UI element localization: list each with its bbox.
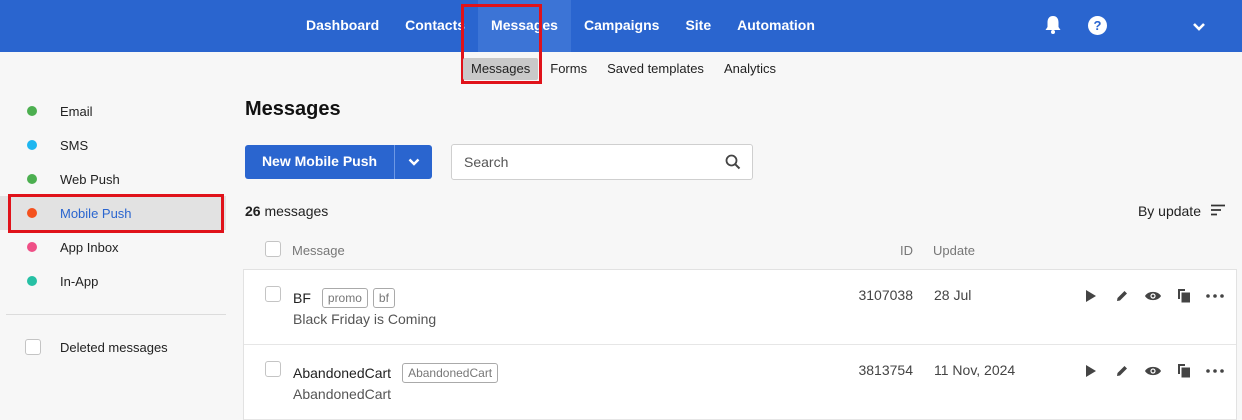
sidebar-item-app-inbox[interactable]: App Inbox [0,230,226,264]
column-update: Update [933,243,975,258]
message-name: BF promo bf [293,288,400,308]
preview-icon[interactable] [1137,290,1168,302]
sort-icon [1211,203,1225,219]
nav-campaigns[interactable]: Campaigns [571,0,672,52]
message-title[interactable]: BF [293,290,311,306]
row-checkbox[interactable] [265,361,281,377]
table-row[interactable]: BF promo bf Black Friday is Coming 31070… [244,270,1236,345]
channel-dot [27,242,37,252]
message-tag: promo [321,288,368,308]
message-update-date: 28 Jul [934,287,972,303]
table-row[interactable]: AbandonedCart AbandonedCart AbandonedCar… [244,345,1236,420]
sidebar-item-label: Email [60,103,93,119]
main-nav: Dashboard Contacts Messages Campaigns Si… [293,0,828,52]
channel-dot [27,106,37,116]
nav-messages[interactable]: Messages [478,0,571,52]
row-actions [1075,363,1230,378]
nav-site[interactable]: Site [672,0,724,52]
message-name: AbandonedCart AbandonedCart [293,363,503,383]
copy-icon[interactable] [1168,363,1199,378]
preview-icon[interactable] [1137,365,1168,377]
bell-icon[interactable] [1044,15,1062,67]
page-title: Messages [245,98,341,120]
column-id: ID [900,243,913,258]
subnav-messages[interactable]: Messages [463,58,539,80]
message-id: 3813754 [858,362,913,378]
chevron-down-icon [408,153,420,171]
message-id: 3107038 [858,287,913,303]
sidebar-item-label: Web Push [60,171,120,187]
sidebar-item-label: Mobile Push [60,205,132,221]
chevron-down-icon[interactable] [1192,19,1206,71]
message-tag: AbandonedCart [402,363,499,383]
play-icon[interactable] [1075,364,1106,377]
search-icon[interactable] [725,154,741,175]
sidebar-item-sms[interactable]: SMS [0,128,226,162]
deleted-messages-checkbox[interactable] [25,339,41,355]
deleted-messages-label: Deleted messages [60,339,168,355]
nav-contacts[interactable]: Contacts [392,0,478,52]
sidebar-item-label: App Inbox [60,239,119,255]
channel-dot [27,174,37,184]
edit-icon[interactable] [1106,364,1137,378]
sub-navigation: Messages Forms Saved templates Analytics [463,58,788,80]
subnav-saved-templates[interactable]: Saved templates [599,58,712,80]
message-subtitle: Black Friday is Coming [293,311,437,327]
search-input[interactable] [464,154,714,170]
channel-dot [27,276,37,286]
new-mobile-push-button[interactable]: New Mobile Push [245,145,394,179]
channel-dot [27,208,37,218]
new-mobile-push-button-group: New Mobile Push [245,145,432,179]
message-subtitle: AbandonedCart [293,386,392,402]
message-list: BF promo bf Black Friday is Coming 31070… [243,269,1237,420]
subnav-analytics[interactable]: Analytics [716,58,784,80]
message-count: 26 messages [245,203,328,219]
nav-automation[interactable]: Automation [724,0,828,52]
message-count-label: messages [264,203,329,219]
message-tag: bf [372,288,395,308]
sidebar-item-email[interactable]: Email [0,94,226,128]
message-update-date: 11 Nov, 2024 [934,362,1016,378]
sidebar-item-mobile-push[interactable]: Mobile Push [0,196,226,230]
row-checkbox[interactable] [265,286,281,302]
sort-label: By update [1137,203,1201,219]
channel-dot [27,140,37,150]
search-box [451,144,753,180]
edit-icon[interactable] [1106,289,1137,303]
new-message-dropdown-button[interactable] [395,145,432,179]
top-navigation-bar: Dashboard Contacts Messages Campaigns Si… [0,0,1242,52]
sidebar-divider [6,314,226,315]
message-count-number: 26 [245,203,261,219]
sidebar-item-web-push[interactable]: Web Push [0,162,226,196]
sort-control[interactable]: By update [1138,203,1225,219]
sidebar-item-label: In-App [60,273,99,289]
copy-icon[interactable] [1168,288,1199,303]
more-icon[interactable] [1199,293,1230,298]
sidebar-item-label: SMS [60,137,89,153]
deleted-messages-toggle[interactable]: Deleted messages [0,330,226,364]
column-message: Message [292,243,345,258]
more-icon[interactable] [1199,368,1230,373]
nav-dashboard[interactable]: Dashboard [293,0,392,52]
table-header: Message ID Update [245,236,1237,264]
select-all-checkbox[interactable] [265,241,281,257]
subnav-forms[interactable]: Forms [542,58,595,80]
row-actions [1075,288,1230,303]
play-icon[interactable] [1075,289,1106,302]
sidebar-item-in-app[interactable]: In-App [0,264,226,298]
help-icon[interactable]: ? [1088,16,1107,35]
message-title[interactable]: AbandonedCart [293,365,391,381]
channel-sidebar: Email SMS Web Push Mobile Push App Inbox… [0,94,226,298]
